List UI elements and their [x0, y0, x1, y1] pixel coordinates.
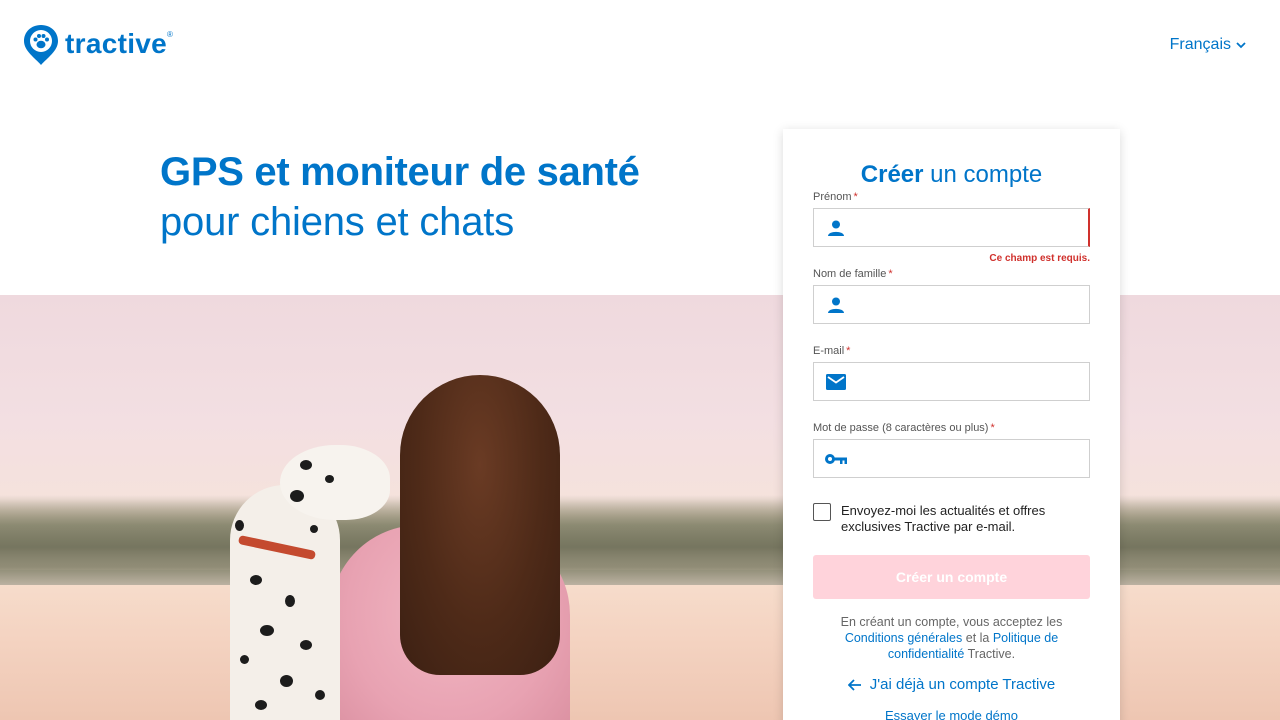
dog-spot: [255, 700, 267, 710]
dog-spot: [310, 525, 318, 533]
last-name-field[interactable]: [813, 285, 1090, 324]
demo-mode-link[interactable]: Essayer le mode démo: [783, 708, 1120, 720]
last-name-input[interactable]: [858, 286, 1089, 323]
key-icon: [814, 440, 858, 477]
terms-text: En créant un compte, vous acceptez les C…: [840, 615, 1063, 661]
dog-spot: [290, 490, 304, 502]
hero-title: GPS et moniteur de santé: [160, 150, 640, 194]
dog-spot: [280, 675, 293, 687]
email-field[interactable]: [813, 362, 1090, 401]
person-icon: [814, 286, 858, 323]
hero-subtitle: pour chiens et chats: [160, 200, 514, 244]
first-name-input[interactable]: [858, 209, 1088, 246]
first-name-label: Prénom *: [813, 191, 858, 203]
email-label: E-mail *: [813, 345, 851, 357]
email-input[interactable]: [858, 363, 1089, 400]
language-label: Français: [1169, 36, 1231, 53]
form-title: Créer un compte: [860, 161, 1043, 188]
newsletter-checkbox[interactable]: [813, 503, 831, 521]
paw-pin-icon: [24, 25, 58, 65]
dog-spot: [325, 475, 334, 483]
header: tractive® Français: [0, 0, 1280, 90]
first-name-field[interactable]: [813, 208, 1090, 247]
language-selector[interactable]: Français: [1170, 36, 1246, 54]
dog-spot: [285, 595, 295, 607]
last-name-label: Nom de famille *: [813, 268, 893, 280]
signup-card: Créer un compte Prénom * Ce champ est req…: [783, 129, 1120, 720]
first-name-error: Ce champ est requis.: [989, 253, 1090, 264]
dog-spot: [315, 690, 325, 700]
chevron-down-icon: [1236, 41, 1246, 48]
dog-spot: [300, 640, 312, 650]
person-icon: [814, 209, 858, 246]
password-input[interactable]: [858, 440, 1089, 477]
tractive-logo[interactable]: tractive®: [23, 24, 173, 66]
create-account-button[interactable]: Créer un compte: [813, 555, 1090, 599]
newsletter-label[interactable]: Envoyez-moi les actualités et offres exc…: [841, 503, 1081, 535]
arrow-left-icon: [847, 678, 861, 691]
dog-spot: [300, 460, 312, 470]
dog-spot: [235, 520, 244, 531]
mail-icon: [814, 363, 858, 400]
existing-account-link[interactable]: J'ai déjà un compte Tractive: [783, 676, 1120, 693]
password-label: Mot de passe (8 caractères ou plus) *: [813, 422, 995, 434]
dog-spot: [260, 625, 274, 636]
photo-dalmatian-head: [280, 445, 390, 520]
photo-woman-hair: [400, 375, 560, 675]
dog-spot: [240, 655, 249, 664]
dog-spot: [250, 575, 262, 585]
logo-wordmark: tractive®: [65, 28, 174, 59]
password-field[interactable]: [813, 439, 1090, 478]
terms-link[interactable]: Conditions générales: [845, 631, 962, 645]
